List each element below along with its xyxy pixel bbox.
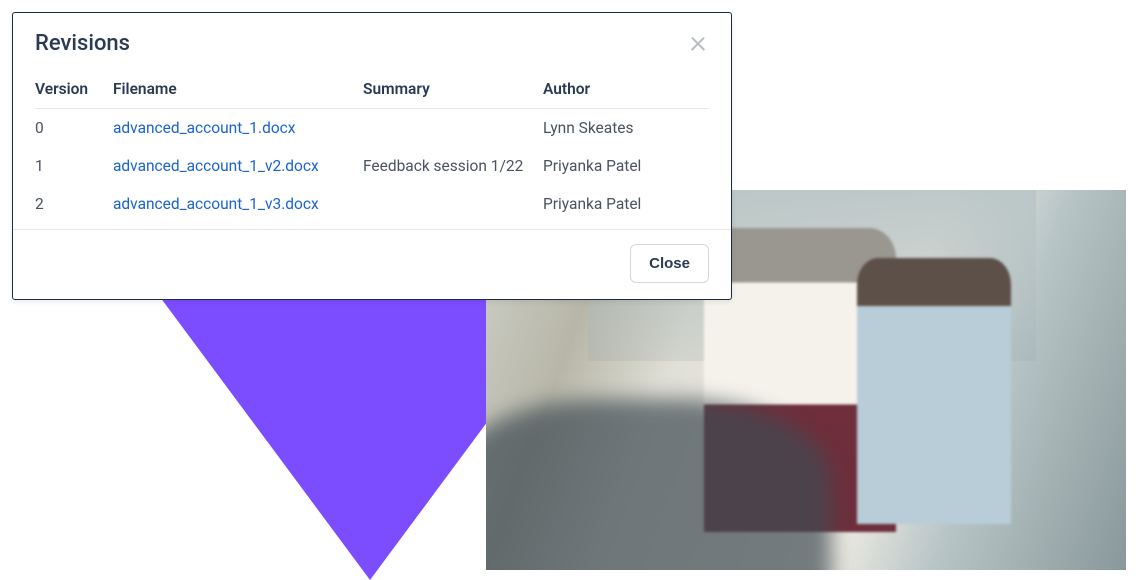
close-icon[interactable]: [687, 33, 709, 55]
table-header-row: Version Filename Summary Author: [35, 72, 709, 109]
col-header-filename: Filename: [113, 72, 363, 109]
cell-version: 2: [35, 185, 113, 229]
col-header-summary: Summary: [363, 72, 543, 109]
close-button[interactable]: Close: [630, 244, 709, 283]
cell-summary: [363, 109, 543, 148]
cell-version: 1: [35, 147, 113, 185]
filename-link[interactable]: advanced_account_1.docx: [113, 119, 295, 137]
col-header-author: Author: [543, 72, 709, 109]
revisions-table: Version Filename Summary Author 0 advanc…: [35, 72, 709, 229]
col-header-version: Version: [35, 72, 113, 109]
filename-link[interactable]: advanced_account_1_v2.docx: [113, 157, 319, 175]
modal-title: Revisions: [35, 31, 130, 56]
cell-author: Priyanka Patel: [543, 185, 709, 229]
modal-footer: Close: [13, 229, 731, 299]
table-row: 2 advanced_account_1_v3.docx Priyanka Pa…: [35, 185, 709, 229]
modal-header: Revisions: [13, 13, 731, 72]
table-row: 1 advanced_account_1_v2.docx Feedback se…: [35, 147, 709, 185]
cell-summary: Feedback session 1/22: [363, 147, 543, 185]
revisions-modal: Revisions Version Filename Summary Autho…: [12, 12, 732, 300]
cell-author: Lynn Skeates: [543, 109, 709, 148]
table-row: 0 advanced_account_1.docx Lynn Skeates: [35, 109, 709, 148]
cell-version: 0: [35, 109, 113, 148]
cell-author: Priyanka Patel: [543, 147, 709, 185]
filename-link[interactable]: advanced_account_1_v3.docx: [113, 195, 319, 213]
cell-summary: [363, 185, 543, 229]
